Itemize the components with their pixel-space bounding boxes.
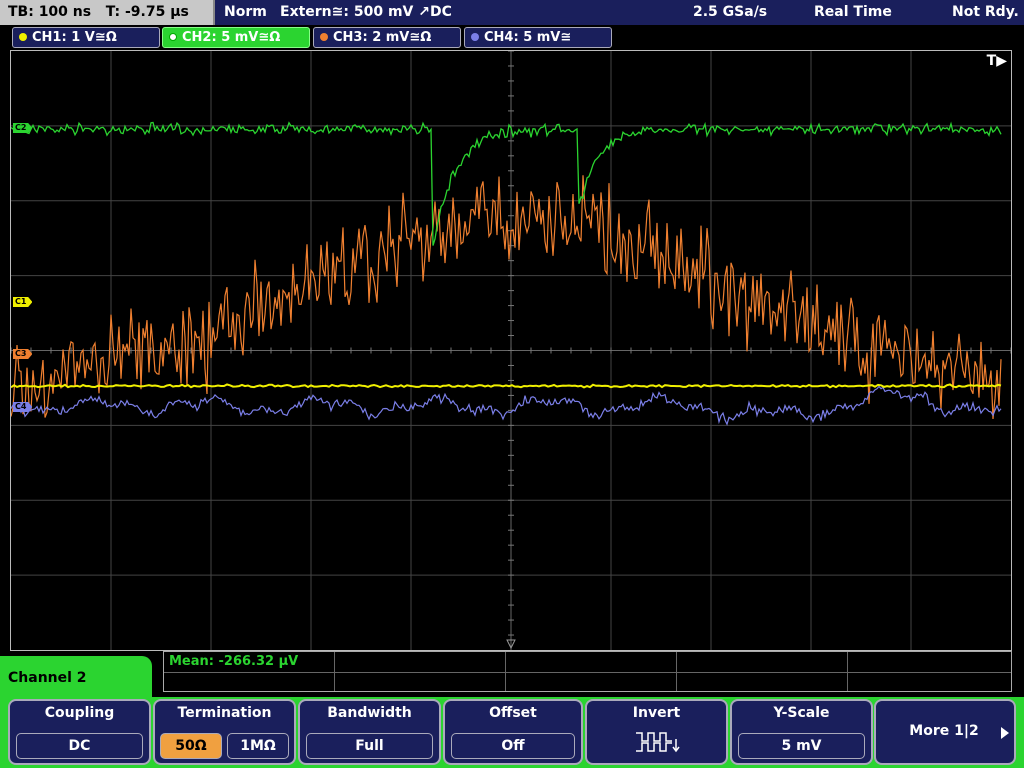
ch1-waveform xyxy=(11,383,1002,389)
waveform-canvas xyxy=(11,51,1011,650)
offset-softkey[interactable]: Offset Off xyxy=(443,699,583,765)
channel-tab-ch3[interactable]: CH3: 2 mV≅Ω xyxy=(313,27,461,48)
waveform-display[interactable]: T▶ C2 C1 C3 C4 xyxy=(10,50,1012,651)
divider xyxy=(334,652,335,691)
coupling-softkey[interactable]: Coupling DC xyxy=(8,699,151,765)
termination-softkey[interactable]: Termination 50Ω 1MΩ xyxy=(153,699,296,765)
sample-rate: 2.5 GSa/s xyxy=(693,4,768,20)
trigger-mode[interactable]: Norm xyxy=(224,0,267,25)
bandwidth-softkey[interactable]: Bandwidth Full xyxy=(298,699,441,765)
ch3-label: CH3: 2 mV≅Ω xyxy=(333,30,432,45)
coupling-value[interactable]: DC xyxy=(16,733,143,759)
channel-tab-ch2[interactable]: CH2: 5 mV≅Ω xyxy=(162,27,310,48)
offset-title: Offset xyxy=(489,705,537,721)
acquisition-status: Not Rdy. xyxy=(952,4,1019,20)
more-softkey[interactable]: More 1|2 xyxy=(874,699,1016,765)
trigger-source[interactable]: Extern≅: 500 mV ↗DC xyxy=(280,0,452,25)
next-page-icon xyxy=(1001,727,1009,739)
menu-title: Channel 2 xyxy=(0,656,152,700)
termination-1mohm[interactable]: 1MΩ xyxy=(227,733,289,759)
ch3-dot-icon xyxy=(320,33,328,41)
channel-tab-ch1[interactable]: CH1: 1 V≅Ω xyxy=(12,27,160,48)
termination-50ohm[interactable]: 50Ω xyxy=(160,733,222,759)
ch4-label: CH4: 5 mV≅ xyxy=(484,30,572,45)
softkey-bar: Coupling DC Termination 50Ω 1MΩ Bandwidt… xyxy=(0,697,1024,768)
ch1-dot-icon xyxy=(19,33,27,41)
timebase-readout: TB: 100 ns xyxy=(8,4,92,20)
ch4-dot-icon xyxy=(471,33,479,41)
yscale-value[interactable]: 5 mV xyxy=(738,733,865,759)
yscale-title: Y-Scale xyxy=(773,705,830,721)
invert-softkey[interactable]: Invert xyxy=(585,699,728,765)
termination-title: Termination xyxy=(177,705,272,721)
channel-tab-ch4[interactable]: CH4: 5 mV≅ xyxy=(464,27,612,48)
more-label: More 1|2 xyxy=(909,723,979,739)
bandwidth-title: Bandwidth xyxy=(327,705,412,721)
mean-measurement: Mean: -266.32 µV xyxy=(169,654,299,669)
bandwidth-value[interactable]: Full xyxy=(306,733,433,759)
measurement-panel: Mean: -266.32 µV xyxy=(163,651,1012,692)
divider xyxy=(164,672,1011,673)
ch2-dot-icon xyxy=(169,33,177,41)
coupling-title: Coupling xyxy=(44,705,115,721)
ch4-waveform xyxy=(11,385,1002,426)
ch3-waveform xyxy=(11,175,1002,420)
invert-title: Invert xyxy=(632,705,681,721)
timebase-box[interactable]: TB: 100 ns T: -9.75 µs xyxy=(0,0,215,25)
ch1-label: CH1: 1 V≅Ω xyxy=(32,30,117,45)
trigger-level-marker: T▶ xyxy=(986,53,1007,69)
ch2-label: CH2: 5 mV≅Ω xyxy=(182,30,281,45)
invert-waveform-icon xyxy=(636,732,680,753)
acquisition-mode: Real Time xyxy=(814,4,892,20)
yscale-softkey[interactable]: Y-Scale 5 mV xyxy=(730,699,873,765)
divider xyxy=(676,652,677,691)
channel-tabs: CH1: 1 V≅Ω CH2: 5 mV≅Ω CH3: 2 mV≅Ω CH4: … xyxy=(0,25,1024,50)
offset-value[interactable]: Off xyxy=(451,733,575,759)
trigger-time-readout: T: -9.75 µs xyxy=(105,4,189,20)
status-bar: TB: 100 ns T: -9.75 µs Norm Extern≅: 500… xyxy=(0,0,1024,25)
divider xyxy=(505,652,506,691)
divider xyxy=(847,652,848,691)
